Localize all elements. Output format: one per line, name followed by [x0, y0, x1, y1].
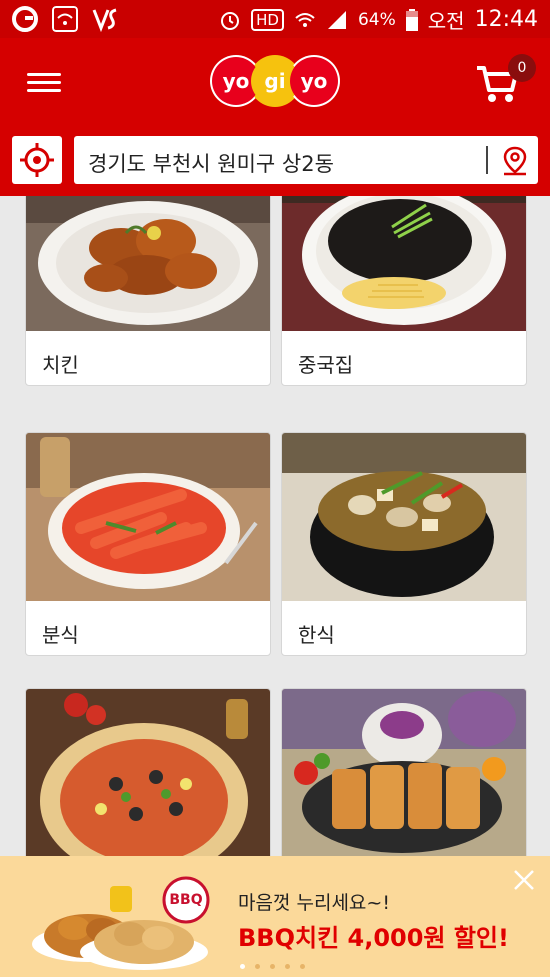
location-bar: 경기도 부천시 원미구 상2동 — [0, 126, 550, 196]
category-label: 한식 — [298, 623, 335, 647]
address-field[interactable]: 경기도 부천시 원미구 상2동 — [74, 136, 538, 184]
ampm-label: 오전 — [427, 9, 465, 33]
page-dot — [270, 964, 275, 969]
address-text: 경기도 부천시 원미구 상2동 — [88, 152, 334, 176]
fried-chicken-image — [26, 196, 270, 331]
page-dot — [285, 964, 290, 969]
map-pin-icon[interactable] — [502, 146, 528, 176]
vpn-notification-icon — [92, 8, 117, 32]
svg-text:gi: gi — [264, 69, 285, 93]
svg-text:BBQ: BBQ — [169, 892, 202, 908]
signal-icon — [327, 10, 346, 29]
page-dot — [240, 964, 245, 969]
battery-percent: 64% — [357, 9, 396, 30]
close-icon[interactable] — [512, 868, 536, 892]
promo-subtitle: 마음껏 누리세요~! — [238, 892, 390, 914]
status-bar: HD 64% 오전 12:44 — [0, 0, 550, 38]
app-notification-icon — [12, 6, 38, 32]
wifi-notification-icon — [52, 6, 78, 32]
svg-text:yo: yo — [301, 69, 328, 93]
category-card-tonkatsu[interactable] — [281, 688, 527, 856]
promo-banner[interactable]: BBQ 마음껏 누리세요~! BBQ치킨 4,000원 할인! — [0, 856, 550, 977]
category-grid: 치킨 중국집 분식 한식 — [0, 196, 550, 856]
clock: 12:44 — [474, 7, 538, 32]
category-label: 분식 — [42, 623, 79, 647]
tonkatsu-image — [282, 689, 526, 856]
bbq-chicken-promo-image: BBQ — [32, 876, 210, 970]
category-card-snack[interactable]: 분식 — [25, 432, 271, 656]
svg-text:yo: yo — [223, 69, 250, 93]
page-dot — [300, 964, 305, 969]
tteokbokki-image — [26, 433, 270, 601]
page-dot — [255, 964, 260, 969]
jajangmyeon-image — [282, 196, 526, 331]
category-label: 치킨 — [42, 353, 79, 377]
app-bar: yo gi yo 0 — [0, 38, 550, 126]
category-card-pizza[interactable] — [25, 688, 271, 856]
divider — [486, 146, 488, 174]
battery-icon — [405, 8, 418, 31]
crosshair-icon — [20, 143, 54, 177]
pizza-image — [26, 689, 270, 856]
current-location-button[interactable] — [12, 136, 62, 184]
category-card-chinese[interactable]: 중국집 — [281, 196, 527, 386]
category-card-korean[interactable]: 한식 — [281, 432, 527, 656]
category-label: 중국집 — [298, 353, 354, 377]
category-card-chicken[interactable]: 치킨 — [25, 196, 271, 386]
stew-image — [282, 433, 526, 601]
yogiyo-logo: yo gi yo — [210, 55, 340, 107]
hd-icon: HD — [251, 8, 284, 31]
menu-button[interactable] — [27, 68, 61, 98]
cart-count-badge: 0 — [508, 54, 536, 82]
banner-page-indicator — [240, 964, 305, 969]
wifi-icon — [295, 12, 315, 27]
alarm-icon — [221, 11, 240, 30]
promo-title: BBQ치킨 4,000원 할인! — [238, 924, 509, 952]
